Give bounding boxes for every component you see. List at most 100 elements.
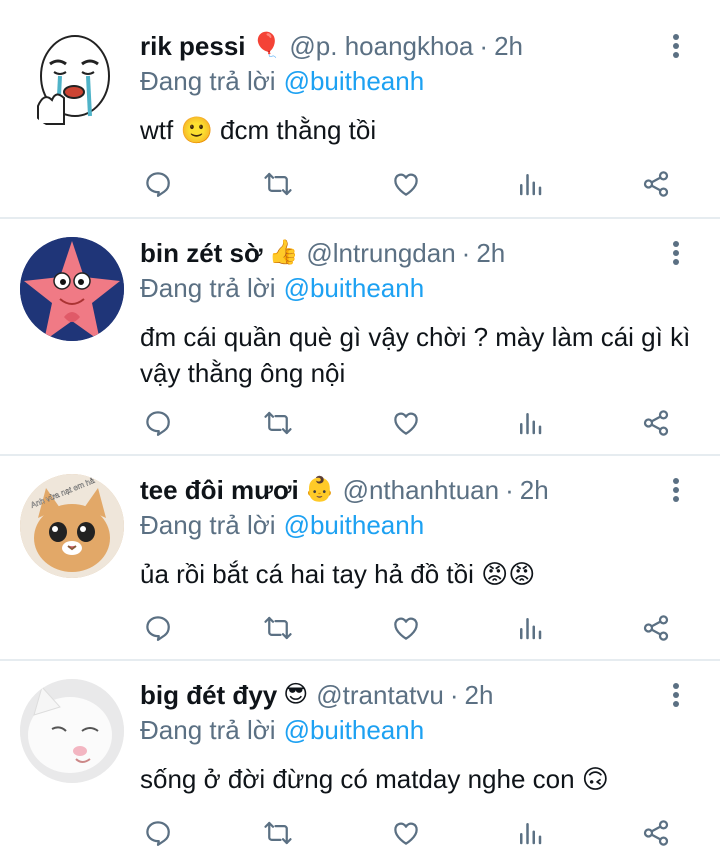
tweet[interactable]: rik pessi 🎈 @p. hoangkhoa · 2h Đang trả …	[0, 0, 720, 217]
tweet-header: bin zét sờ 👍 @lntrungdan · 2h	[140, 233, 660, 273]
badge-emoji: 👍	[268, 239, 299, 266]
tweet-text: ủa rồi bắt cá hai tay hả đồ tồi 😡😡	[140, 559, 536, 589]
like-button[interactable]	[388, 405, 424, 441]
analytics-button[interactable]	[512, 405, 548, 441]
reply-icon	[143, 408, 173, 438]
crying-meme-face-icon	[37, 35, 110, 125]
user-handle[interactable]: @lntrungdan	[306, 238, 455, 269]
reply-button[interactable]	[140, 405, 176, 441]
tweet[interactable]: big đét đyy 😎 @trantatvu · 2h Đang trả l…	[0, 661, 720, 864]
mention-link[interactable]: @buitheanh	[284, 273, 425, 303]
tweet[interactable]: Anh vừa nạt em hả tee đôi mươi 👶 @nthanh…	[0, 456, 720, 659]
share-icon	[641, 818, 671, 848]
separator-dot: ·	[479, 30, 489, 61]
tweet-header: rik pessi 🎈 @p. hoangkhoa · 2h	[140, 26, 660, 66]
share-button[interactable]	[638, 166, 674, 202]
cat-photo-icon: Anh vừa nạt em hả	[20, 474, 124, 578]
like-button[interactable]	[388, 610, 424, 646]
analytics-button[interactable]	[512, 815, 548, 851]
reply-button[interactable]	[140, 166, 176, 202]
action-bar	[140, 610, 680, 646]
separator-dot: ·	[461, 237, 471, 268]
analytics-icon	[515, 169, 545, 199]
white-cat-photo-icon	[20, 679, 124, 783]
like-icon	[391, 613, 421, 643]
tweet-header: big đét đyy 😎 @trantatvu · 2h	[140, 675, 660, 715]
share-button[interactable]	[638, 815, 674, 851]
tweet[interactable]: bin zét sờ 👍 @lntrungdan · 2h Đang trả l…	[0, 219, 720, 454]
replying-to: Đang trả lời @buitheanh	[140, 715, 424, 746]
reply-button[interactable]	[140, 610, 176, 646]
replying-to: Đang trả lời @buitheanh	[140, 510, 424, 541]
share-icon	[641, 613, 671, 643]
user-handle[interactable]: @p. hoangkhoa	[289, 31, 473, 62]
like-icon	[391, 408, 421, 438]
replying-label: Đang trả lời	[140, 510, 276, 540]
mention-link[interactable]: @buitheanh	[284, 715, 425, 745]
reply-icon	[143, 169, 173, 199]
reply-button[interactable]	[140, 815, 176, 851]
avatar[interactable]	[20, 28, 124, 132]
badge-emoji: 😎	[283, 681, 309, 708]
like-button[interactable]	[388, 166, 424, 202]
analytics-icon	[515, 818, 545, 848]
action-bar	[140, 405, 680, 441]
like-icon	[391, 818, 421, 848]
analytics-button[interactable]	[512, 610, 548, 646]
avatar[interactable]: Anh vừa nạt em hả	[20, 474, 124, 578]
action-bar	[140, 166, 680, 202]
replying-label: Đang trả lời	[140, 273, 276, 303]
analytics-icon	[515, 613, 545, 643]
replying-to: Đang trả lời @buitheanh	[140, 273, 424, 304]
display-name[interactable]: tee đôi mươi	[140, 475, 299, 506]
mention-link[interactable]: @buitheanh	[284, 66, 425, 96]
retweet-button[interactable]	[260, 405, 296, 441]
share-icon	[641, 408, 671, 438]
display-name[interactable]: rik pessi	[140, 31, 246, 62]
display-name[interactable]: bin zét sờ	[140, 238, 263, 269]
mention-link[interactable]: @buitheanh	[284, 510, 425, 540]
tweet-text: đm cái quần què gì vậy chời ? mày làm cá…	[140, 322, 691, 388]
more-options-button[interactable]	[666, 472, 686, 508]
retweet-icon	[263, 613, 293, 643]
retweet-button[interactable]	[260, 815, 296, 851]
like-icon	[391, 169, 421, 199]
share-icon	[641, 169, 671, 199]
action-bar	[140, 815, 680, 851]
user-handle[interactable]: @nthanhtuan	[343, 475, 500, 506]
separator-dot: ·	[449, 679, 459, 710]
retweet-icon	[263, 408, 293, 438]
tweet-header: tee đôi mươi 👶 @nthanhtuan · 2h	[140, 470, 660, 510]
patrick-star-icon	[20, 237, 124, 341]
share-button[interactable]	[638, 405, 674, 441]
retweet-button[interactable]	[260, 610, 296, 646]
avatar[interactable]	[20, 679, 124, 783]
replying-label: Đang trả lời	[140, 715, 276, 745]
badge-emoji: 🎈	[251, 32, 282, 59]
avatar[interactable]	[20, 237, 124, 341]
timestamp[interactable]: 2h	[494, 31, 523, 62]
retweet-button[interactable]	[260, 166, 296, 202]
badge-emoji: 👶	[304, 476, 335, 503]
reply-icon	[143, 613, 173, 643]
retweet-icon	[263, 169, 293, 199]
separator-dot: ·	[505, 474, 514, 505]
tweet-text: wtf 🙂 đcm thằng tồi	[140, 115, 377, 145]
user-handle[interactable]: @trantatvu	[316, 680, 444, 711]
reply-icon	[143, 818, 173, 848]
tweet-text: sống ở đời đừng có matday nghe con 🙃	[140, 764, 609, 794]
retweet-icon	[263, 818, 293, 848]
replying-label: Đang trả lời	[140, 66, 276, 96]
more-options-button[interactable]	[666, 28, 686, 64]
display-name[interactable]: big đét đyy	[140, 680, 277, 711]
more-options-button[interactable]	[666, 677, 686, 713]
more-options-button[interactable]	[666, 235, 686, 271]
share-button[interactable]	[638, 610, 674, 646]
like-button[interactable]	[388, 815, 424, 851]
timestamp[interactable]: 2h	[520, 475, 549, 506]
analytics-button[interactable]	[512, 166, 548, 202]
timestamp[interactable]: 2h	[465, 680, 494, 711]
replying-to: Đang trả lời @buitheanh	[140, 66, 424, 97]
timestamp[interactable]: 2h	[476, 238, 505, 269]
analytics-icon	[515, 408, 545, 438]
